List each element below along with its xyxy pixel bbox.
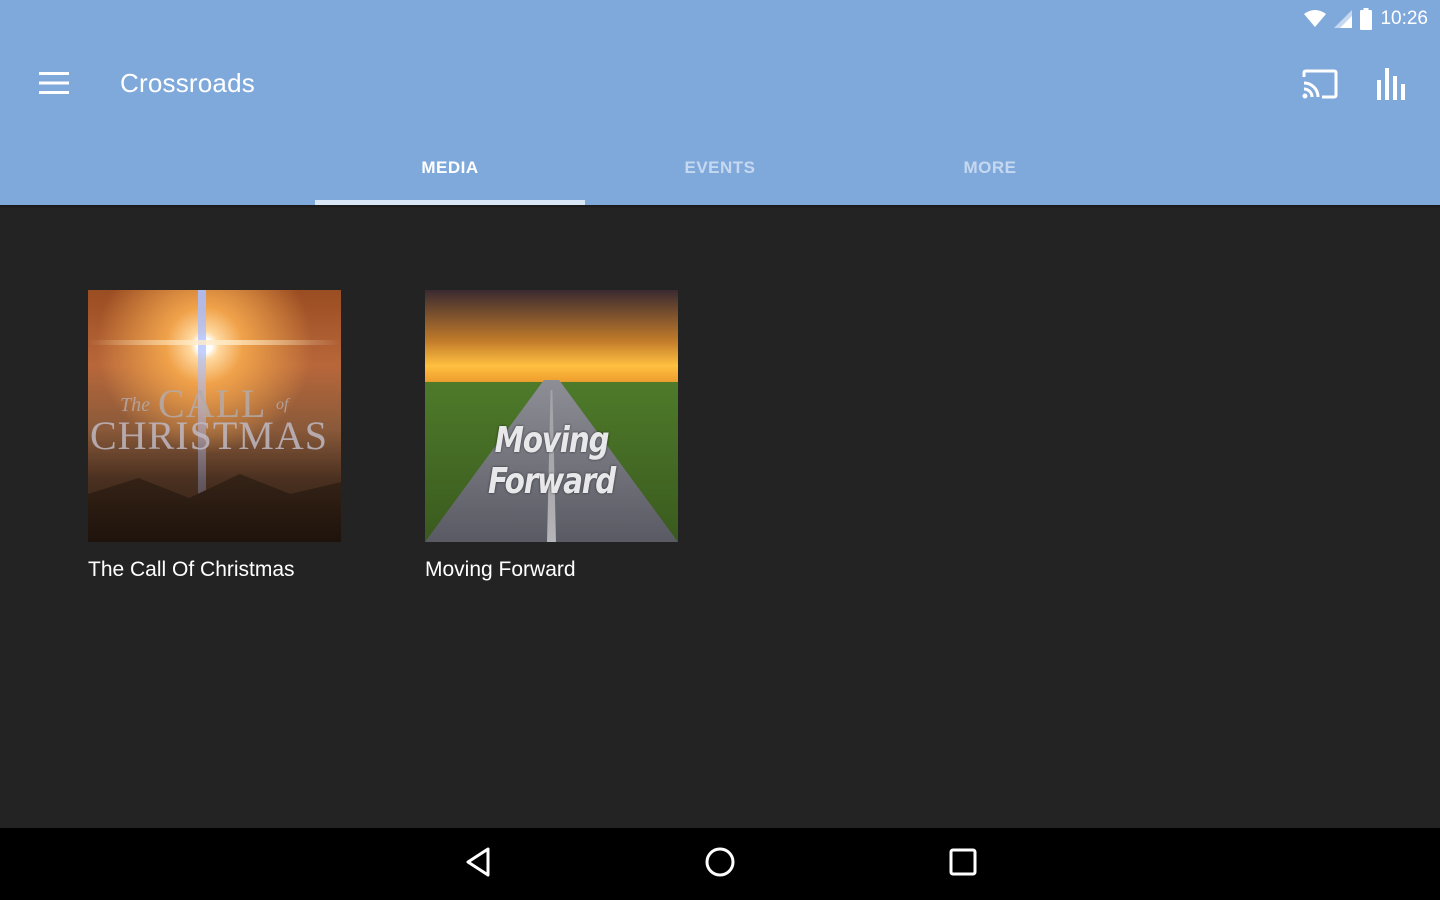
wifi-icon <box>1304 10 1327 28</box>
mountain-silhouette <box>88 474 341 542</box>
back-icon <box>465 847 491 882</box>
menu-button[interactable] <box>26 60 82 110</box>
app-title: Crossroads <box>120 68 255 98</box>
app-bar-shadow <box>0 205 1440 209</box>
tab-more[interactable]: MORE <box>855 130 1125 205</box>
media-thumbnail: The CALL of CHRISTMAS <box>88 290 341 542</box>
status-time: 10:26 <box>1380 8 1428 29</box>
app-screen: 10:26 Crossroads MEDIA EVENTS MORE The C… <box>0 0 1440 900</box>
media-title: Moving Forward <box>425 558 576 581</box>
media-title: The Call Of Christmas <box>88 558 295 581</box>
status-bar: 10:26 <box>0 0 1440 40</box>
menu-icon <box>39 71 69 99</box>
media-thumbnail: Moving Forward <box>425 290 678 542</box>
light-flare <box>88 340 341 345</box>
cast-button[interactable] <box>1294 60 1346 112</box>
cast-icon <box>1302 69 1338 104</box>
cell-signal-icon <box>1334 10 1353 28</box>
app-bar: Crossroads <box>0 40 1440 130</box>
tab-media[interactable]: MEDIA <box>315 130 585 205</box>
equalizer-icon <box>1377 67 1407 105</box>
navigation-bar <box>0 828 1440 900</box>
equalizer-button[interactable] <box>1366 60 1418 112</box>
recents-button[interactable] <box>935 838 991 890</box>
tab-bar: MEDIA EVENTS MORE <box>0 130 1440 205</box>
recents-icon <box>949 848 977 881</box>
battery-icon <box>1360 8 1373 30</box>
home-icon <box>704 846 736 883</box>
tab-events[interactable]: EVENTS <box>585 130 855 205</box>
back-button[interactable] <box>450 838 506 890</box>
media-card-call-of-christmas[interactable]: The CALL of CHRISTMAS The Call Of Christ… <box>88 290 341 582</box>
home-button[interactable] <box>692 838 748 890</box>
media-card-moving-forward[interactable]: Moving Forward Moving Forward <box>425 290 678 582</box>
thumb-text-christmas: CHRISTMAS <box>90 413 328 458</box>
status-icons: 10:26 <box>1304 8 1428 30</box>
thumb-text: Moving Forward <box>488 420 616 502</box>
